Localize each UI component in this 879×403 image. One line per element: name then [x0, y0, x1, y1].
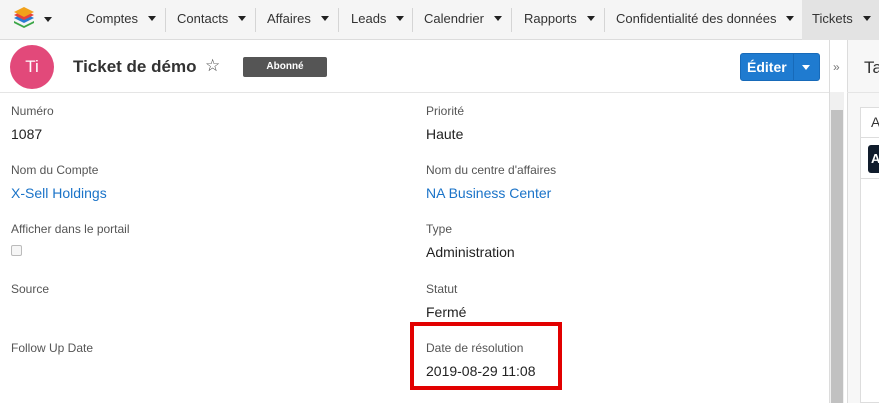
business-center-link[interactable]: NA Business Center [426, 185, 551, 201]
account-link[interactable]: X-Sell Holdings [11, 185, 107, 201]
collapse-panel-icon[interactable]: » [833, 60, 840, 74]
field-label-centre: Nom du centre d'affaires [426, 163, 557, 177]
field-label-type: Type [426, 222, 453, 236]
record-title: Ticket de démo [73, 57, 197, 76]
nav-separator [338, 8, 339, 32]
nav-item-contacts[interactable]: Contacts [177, 0, 247, 40]
nav-item-label: Contacts [177, 11, 229, 26]
nav-item-leads[interactable]: Leads [351, 0, 405, 40]
button-divider [793, 54, 794, 80]
scrollbar-thumb[interactable] [831, 110, 843, 403]
chevron-down-icon[interactable] [802, 65, 810, 70]
nav-separator [511, 8, 512, 32]
chevron-down-icon[interactable] [786, 16, 795, 22]
star-icon[interactable]: ☆ [205, 56, 220, 76]
portal-checkbox[interactable] [11, 245, 22, 256]
chevron-down-icon[interactable] [493, 16, 502, 22]
nav-item-tickets[interactable]: Tickets [802, 0, 879, 40]
nav-item-affaires[interactable]: Affaires [267, 0, 329, 40]
field-label-followup: Follow Up Date [11, 341, 94, 355]
avatar: Ti [10, 45, 54, 89]
nav-item-label: Calendrier [424, 11, 484, 26]
layers-logo-icon [14, 7, 34, 28]
chevron-down-icon [44, 17, 52, 22]
field-label-statut: Statut [426, 282, 458, 296]
nav-item-label: Rapports [524, 11, 577, 26]
highlight-box [410, 322, 562, 390]
nav-separator [604, 8, 605, 32]
edit-button-label: Éditer [747, 59, 787, 75]
side-panel-title: Ta [864, 58, 879, 77]
top-navigation-bar: Comptes Contacts Affaires Leads Calendri… [0, 0, 879, 40]
chevron-down-icon[interactable] [148, 16, 157, 22]
field-label-portail: Afficher dans le portail [11, 222, 130, 236]
nav-item-label: Confidentialité des données [616, 11, 777, 26]
field-value-priorite: Haute [426, 126, 464, 142]
field-label-compte: Nom du Compte [11, 163, 99, 177]
field-label-source: Source [11, 282, 50, 296]
nav-item-label: Affaires [267, 11, 311, 26]
chevron-down-icon[interactable] [862, 16, 871, 22]
nav-item-calendrier[interactable]: Calendrier [424, 0, 502, 40]
nav-item-confidentialite[interactable]: Confidentialité des données [616, 0, 795, 40]
edit-button[interactable]: Éditer [740, 53, 820, 81]
chevron-down-icon[interactable] [586, 16, 595, 22]
nav-item-comptes[interactable]: Comptes [86, 0, 157, 40]
side-panel-dark-button[interactable]: A [868, 145, 879, 173]
field-value-type: Administration [426, 244, 515, 260]
side-panel-card-divider [860, 137, 879, 138]
nav-separator [412, 8, 413, 32]
side-panel-divider [847, 92, 879, 93]
field-label-priorite: Priorité [426, 104, 465, 118]
nav-item-label: Comptes [86, 11, 139, 26]
nav-item-label: Tickets [812, 11, 853, 26]
chevron-down-icon[interactable] [238, 16, 247, 22]
nav-separator [255, 8, 256, 32]
nav-item-label: Leads [351, 11, 387, 26]
nav-item-rapports[interactable]: Rapports [524, 0, 595, 40]
nav-separator [165, 8, 166, 32]
field-value-statut: Fermé [426, 304, 467, 320]
field-label-numero: Numéro [11, 104, 54, 118]
chevron-down-icon[interactable] [320, 16, 329, 22]
side-panel-card-label: A [871, 114, 879, 130]
app-logo-menu[interactable] [8, 5, 58, 33]
field-value-numero: 1087 [11, 126, 43, 142]
chevron-down-icon[interactable] [396, 16, 405, 22]
status-badge[interactable]: Abonné [243, 57, 327, 77]
side-panel-card-divider [860, 178, 879, 179]
header-divider [0, 92, 830, 93]
